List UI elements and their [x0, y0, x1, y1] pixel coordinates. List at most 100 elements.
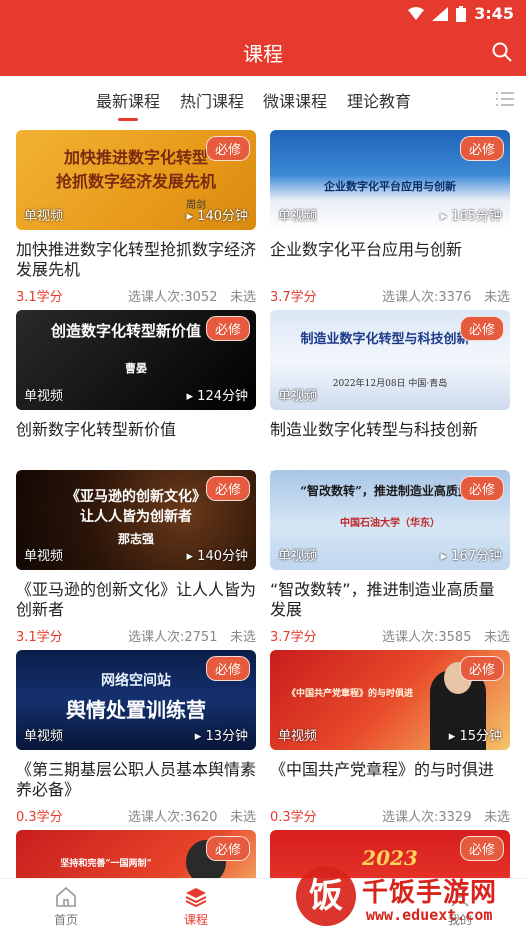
- credit-label: 3.1学分: [16, 290, 63, 305]
- required-badge: 必修: [205, 476, 250, 501]
- course-thumbnail: 《中国共产党章程》的与时俱进 必修 单视频 ▸ 15分钟: [270, 650, 510, 750]
- wifi-icon: [408, 6, 425, 20]
- course-thumbnail: 制造业数字化转型与科技创新 2022年12月08日 中国·青岛 必修 单视频: [270, 310, 510, 410]
- required-badge: 必修: [459, 656, 504, 681]
- video-type: 单视频: [278, 389, 318, 404]
- course-title: 《第三期基层公职人员基本舆情素养必备》: [16, 760, 256, 799]
- credit-label: 3.7学分: [270, 290, 317, 305]
- app-header: 课程: [0, 28, 526, 76]
- watermark-brand: 千饭手游网: [362, 878, 498, 908]
- nav-courses[interactable]: 课程: [166, 885, 226, 928]
- home-icon: [56, 886, 76, 907]
- status-icons: 3:45: [408, 4, 514, 23]
- required-badge: 必修: [205, 316, 250, 341]
- tab-micro[interactable]: 微课课程: [263, 88, 327, 112]
- course-card[interactable]: “智改数转”，推进制造业高质量 中国石油大学（华东） 必修 单视频 ▸ 167分…: [270, 470, 510, 646]
- video-type: 单视频: [24, 209, 64, 224]
- course-tabs: 最新课程 热门课程 微课课程 理论教育: [0, 76, 526, 124]
- duration-label: ▸ 140分钟: [186, 549, 249, 564]
- course-thumbnail: “智改数转”，推进制造业高质量 中国石油大学（华东） 必修 单视频 ▸ 167分…: [270, 470, 510, 570]
- course-meta: 3.7学分 选课人次:3376 未选: [270, 286, 510, 306]
- credit-label: 3.7学分: [270, 630, 317, 645]
- course-meta: 3.1学分 选课人次:2751 未选: [16, 626, 256, 646]
- enroll-count: 选课人次:2751: [128, 630, 218, 645]
- list-menu-icon[interactable]: [496, 92, 514, 106]
- course-card[interactable]: 企业数字化平台应用与创新 必修 单视频 ▸ 165分钟 企业数字化平台应用与创新…: [270, 130, 510, 306]
- duration-label: ▸ 140分钟: [186, 209, 249, 224]
- course-card[interactable]: 创造数字化转型新价值 曹晏 必修 单视频 ▸ 124分钟 创新数字化转型新价值 …: [16, 310, 256, 486]
- course-title: 《亚马逊的创新文化》让人人皆为创新者: [16, 580, 256, 619]
- enroll-count: 选课人次:3376: [382, 290, 472, 305]
- enroll-count: 选课人次:3585: [382, 630, 472, 645]
- course-thumbnail: 加快推进数字化转型 抢抓数字经济发展先机 周剑 必修 单视频 ▸ 140分钟: [16, 130, 256, 230]
- course-meta: 3.1学分 选课人次:3052 未选: [16, 286, 256, 306]
- duration-label: ▸ 15分钟: [448, 729, 502, 744]
- required-badge: 必修: [205, 656, 250, 681]
- select-status: 未选: [229, 630, 256, 645]
- select-status: 未选: [483, 810, 510, 825]
- course-card[interactable]: 坚持和完善“一国两制” 必修: [16, 830, 256, 878]
- required-badge: 必修: [459, 316, 504, 341]
- select-status: 未选: [483, 630, 510, 645]
- video-type: 单视频: [24, 389, 64, 404]
- credit-label: 0.3学分: [16, 810, 63, 825]
- course-thumbnail: 企业数字化平台应用与创新 必修 单视频 ▸ 165分钟: [270, 130, 510, 230]
- course-card[interactable]: 网络空间站 舆情处置训练营 必修 单视频 ▸ 13分钟 《第三期基层公职人员基本…: [16, 650, 256, 826]
- tab-popular[interactable]: 热门课程: [180, 88, 244, 112]
- enroll-count: 选课人次:3329: [382, 810, 472, 825]
- required-badge: 必修: [205, 836, 250, 861]
- tab-theory[interactable]: 理论教育: [347, 88, 411, 112]
- course-card[interactable]: 制造业数字化转型与科技创新 2022年12月08日 中国·青岛 必修 单视频 制…: [270, 310, 510, 486]
- video-type: 单视频: [24, 729, 64, 744]
- select-status: 未选: [229, 290, 256, 305]
- course-grid: 加快推进数字化转型 抢抓数字经济发展先机 周剑 必修 单视频 ▸ 140分钟 加…: [0, 124, 526, 878]
- course-title: 创新数字化转型新价值: [16, 420, 177, 439]
- credit-label: 0.3学分: [270, 810, 317, 825]
- tab-latest[interactable]: 最新课程: [96, 88, 160, 112]
- course-thumbnail: 《亚马逊的创新文化》 让人人皆为创新者 那志强 必修 单视频 ▸ 140分钟: [16, 470, 256, 570]
- status-bar: 3:45: [0, 0, 526, 28]
- signal-icon: [432, 6, 449, 21]
- required-badge: 必修: [459, 136, 504, 161]
- course-meta: 3.7学分 选课人次:3585 未选: [270, 626, 510, 646]
- course-card[interactable]: 《亚马逊的创新文化》 让人人皆为创新者 那志强 必修 单视频 ▸ 140分钟 《…: [16, 470, 256, 646]
- video-type: 单视频: [278, 729, 318, 744]
- video-type: 单视频: [278, 549, 318, 564]
- duration-label: ▸ 13分钟: [194, 729, 248, 744]
- layers-icon: [185, 888, 207, 908]
- search-icon[interactable]: [490, 40, 514, 64]
- course-card[interactable]: 《中国共产党章程》的与时俱进 必修 单视频 ▸ 15分钟 《中国共产党章程》的与…: [270, 650, 510, 826]
- watermark-url: www.eduext.com: [366, 906, 493, 924]
- nav-home[interactable]: 首页: [36, 885, 96, 928]
- course-card[interactable]: 加快推进数字化转型 抢抓数字经济发展先机 周剑 必修 单视频 ▸ 140分钟 加…: [16, 130, 256, 306]
- course-title: 加快推进数字化转型抢抓数字经济发展先机: [16, 240, 256, 279]
- status-time: 3:45: [474, 4, 514, 23]
- watermark-logo: 饭: [296, 866, 356, 926]
- course-title: 《中国共产党章程》的与时俱进: [270, 760, 495, 779]
- duration-label: ▸ 165分钟: [440, 209, 503, 224]
- course-thumbnail: 创造数字化转型新价值 曹晏 必修 单视频 ▸ 124分钟: [16, 310, 256, 410]
- course-title: 制造业数字化转型与科技创新: [270, 420, 479, 439]
- select-status: 未选: [229, 810, 256, 825]
- duration-label: ▸ 124分钟: [186, 389, 249, 404]
- required-badge: 必修: [205, 136, 250, 161]
- course-title: 企业数字化平台应用与创新: [270, 240, 463, 259]
- required-badge: 必修: [459, 836, 504, 861]
- course-title: “智改数转”，推进制造业高质量发展: [270, 580, 495, 619]
- page-title: 课程: [243, 42, 283, 66]
- select-status: 未选: [483, 290, 510, 305]
- course-meta: 0.3学分 选课人次:3329 未选: [270, 806, 510, 826]
- nav-courses-label: 课程: [183, 913, 208, 927]
- course-meta: 0.3学分 选课人次:3620 未选: [16, 806, 256, 826]
- required-badge: 必修: [459, 476, 504, 501]
- video-type: 单视频: [278, 209, 318, 224]
- enroll-count: 选课人次:3052: [128, 290, 218, 305]
- credit-label: 3.1学分: [16, 630, 63, 645]
- active-tab-indicator: [118, 118, 138, 121]
- course-thumbnail: 坚持和完善“一国两制” 必修: [16, 830, 256, 878]
- enroll-count: 选课人次:3620: [128, 810, 218, 825]
- site-watermark: 饭 千饭手游网 www.eduext.com: [296, 862, 514, 934]
- duration-label: ▸ 167分钟: [440, 549, 503, 564]
- video-type: 单视频: [24, 549, 64, 564]
- course-thumbnail: 网络空间站 舆情处置训练营 必修 单视频 ▸ 13分钟: [16, 650, 256, 750]
